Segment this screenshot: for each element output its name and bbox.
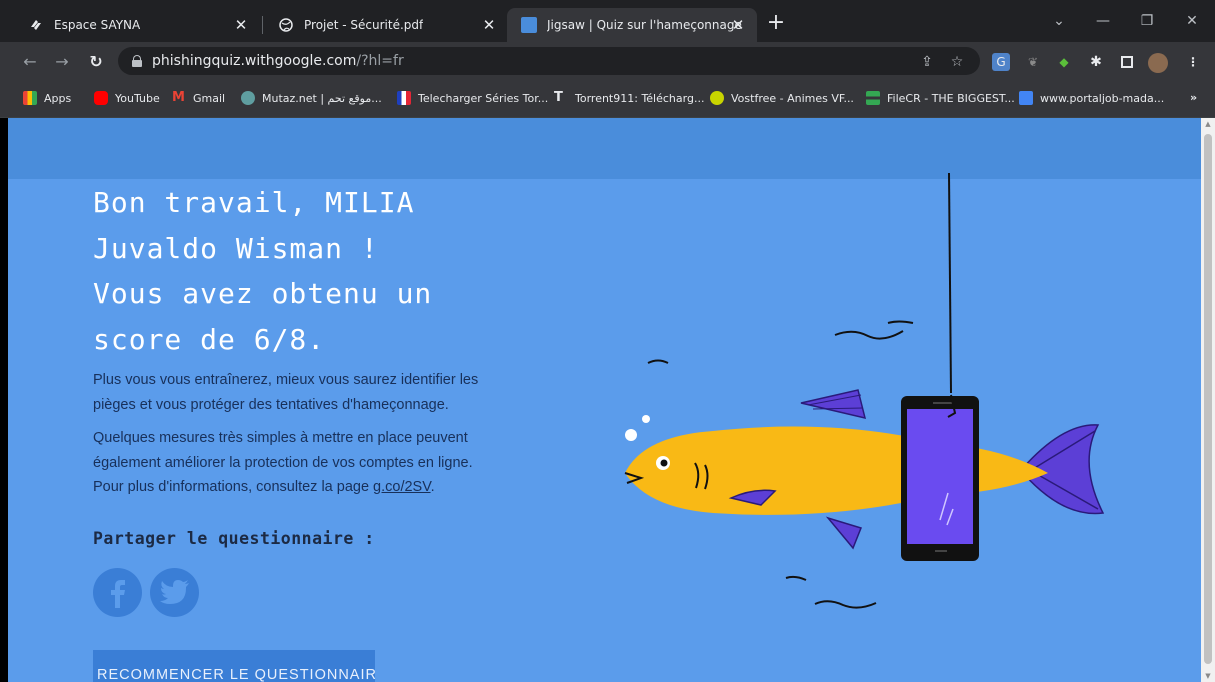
twitter-icon — [159, 579, 189, 604]
fishing-line — [948, 173, 952, 394]
bookmarks-overflow-button[interactable]: » — [1190, 91, 1197, 104]
ripple-mark — [785, 575, 807, 581]
tab-espace-sayna[interactable]: Espace SAYNA ✕ — [14, 8, 260, 42]
quiz-result-page: Bon travail, MILIA Juvaldo Wisman ! Vous… — [8, 118, 1201, 682]
protection-paragraph: Quelques mesures très simples à mettre e… — [93, 430, 473, 495]
reload-button[interactable]: ↻ — [82, 48, 110, 76]
twitter-share-button[interactable] — [150, 568, 199, 617]
anal-fin — [825, 516, 863, 550]
bookmark-filecr[interactable]: FileCR - THE BIGGEST... — [866, 91, 1015, 105]
extension-translate-icon[interactable]: G — [992, 53, 1010, 71]
facebook-share-button[interactable] — [93, 568, 142, 617]
url-path: /?hl=fr — [356, 53, 404, 69]
torrent-icon: T — [554, 90, 563, 105]
new-tab-button[interactable]: + — [763, 10, 789, 36]
mutaz-icon — [241, 91, 255, 105]
bookmark-portaljob[interactable]: www.portaljob-mada... — [1019, 91, 1164, 105]
bookmark-torrent911[interactable]: T Torrent911: Télécharg... — [554, 91, 704, 105]
bubble — [642, 415, 650, 423]
tab-projet-securite[interactable]: Projet - Sécurité.pdf ✕ — [264, 8, 508, 42]
jigsaw-icon — [521, 17, 537, 33]
ripple-mark — [647, 359, 669, 364]
flag-icon — [397, 91, 411, 105]
bookmark-youtube[interactable]: YouTube — [94, 91, 160, 105]
facebook-icon — [110, 579, 125, 608]
portaljob-icon — [1019, 91, 1033, 105]
2sv-link[interactable]: g.co/2SV — [373, 479, 431, 495]
back-button[interactable]: ← — [16, 48, 44, 76]
scroll-up-arrow[interactable]: ▲ — [1204, 120, 1212, 128]
tab-jigsaw-quiz[interactable]: Jigsaw | Quiz sur l'hameçonnage ✕ — [507, 8, 757, 42]
bookmarks-bar: Apps YouTube M Gmail Mutaz.net | موقع تح… — [0, 82, 1215, 118]
address-bar[interactable]: phishingquiz.withgoogle.com/?hl=fr ⇪ ☆ — [118, 47, 980, 75]
toolbar: ← → ↻ phishingquiz.withgoogle.com/?hl=fr… — [0, 42, 1215, 82]
url-host: phishingquiz.withgoogle.com — [152, 53, 357, 69]
menu-kebab-icon[interactable]: ⋮ — [1184, 53, 1202, 71]
bookmark-mutaz[interactable]: Mutaz.net | موقع تحم... — [241, 91, 382, 105]
fish-body — [625, 426, 1048, 515]
close-window-button[interactable]: ✕ — [1172, 8, 1212, 34]
side-panel-icon[interactable] — [1118, 53, 1136, 71]
bookmark-vostfree[interactable]: Vostfree - Animes VF... — [710, 91, 854, 105]
vostfree-icon — [710, 91, 724, 105]
bubble — [625, 429, 637, 441]
youtube-icon — [94, 91, 108, 105]
lock-icon — [132, 55, 142, 67]
extension-leaf-icon[interactable]: ❦ — [1024, 53, 1042, 71]
tab-strip: Espace SAYNA ✕ Projet - Sécurité.pdf ✕ J… — [0, 0, 1215, 42]
restart-quiz-button[interactable]: RECOMMENCER LE QUESTIONNAIRE — [93, 650, 375, 682]
bookmark-star-icon[interactable]: ☆ — [948, 53, 966, 71]
gmail-icon: M — [172, 90, 185, 105]
practice-paragraph: Plus vous vous entraînerez, mieux vous s… — [93, 372, 479, 413]
share-title: Partager le questionnaire : — [93, 529, 375, 548]
result-headline: Bon travail, MILIA Juvaldo Wisman ! Vous… — [93, 186, 433, 356]
forward-button[interactable]: → — [48, 48, 76, 76]
close-tab-icon[interactable]: ✕ — [232, 16, 250, 34]
bookmark-telecharger-series[interactable]: Telecharger Séries Tor... — [397, 91, 548, 105]
ripple-mark — [834, 330, 904, 340]
extension-color-icon[interactable]: ◆ — [1055, 53, 1073, 71]
ripple-mark — [814, 600, 877, 609]
profile-avatar[interactable] — [1148, 53, 1168, 73]
bookmark-gmail[interactable]: M Gmail — [172, 91, 225, 105]
bookmark-apps[interactable]: Apps — [23, 91, 71, 105]
tab-search-icon[interactable]: ⌄ — [1039, 8, 1079, 34]
extensions-puzzle-icon[interactable]: ✱ — [1087, 53, 1105, 71]
phone-screen — [907, 409, 973, 544]
header-band — [8, 118, 1201, 179]
restore-button[interactable]: ❐ — [1127, 8, 1167, 34]
scroll-thumb[interactable] — [1204, 134, 1212, 664]
minimize-button[interactable]: — — [1083, 8, 1123, 34]
share-icon[interactable]: ⇪ — [918, 53, 936, 71]
sayna-icon — [28, 17, 44, 33]
fish-hook-illustration — [624, 173, 1105, 609]
globe-icon — [278, 17, 294, 33]
close-tab-icon[interactable]: ✕ — [480, 16, 498, 34]
apps-grid-icon — [23, 91, 37, 105]
close-tab-icon[interactable]: ✕ — [729, 16, 747, 34]
filecr-icon — [866, 91, 880, 105]
page-scrollbar[interactable]: ▲ ▼ — [1201, 118, 1215, 682]
scroll-down-arrow[interactable]: ▼ — [1204, 672, 1212, 680]
browser-chrome: Espace SAYNA ✕ Projet - Sécurité.pdf ✕ J… — [0, 0, 1215, 118]
ripple-mark — [887, 320, 914, 324]
dorsal-fin — [800, 389, 867, 420]
